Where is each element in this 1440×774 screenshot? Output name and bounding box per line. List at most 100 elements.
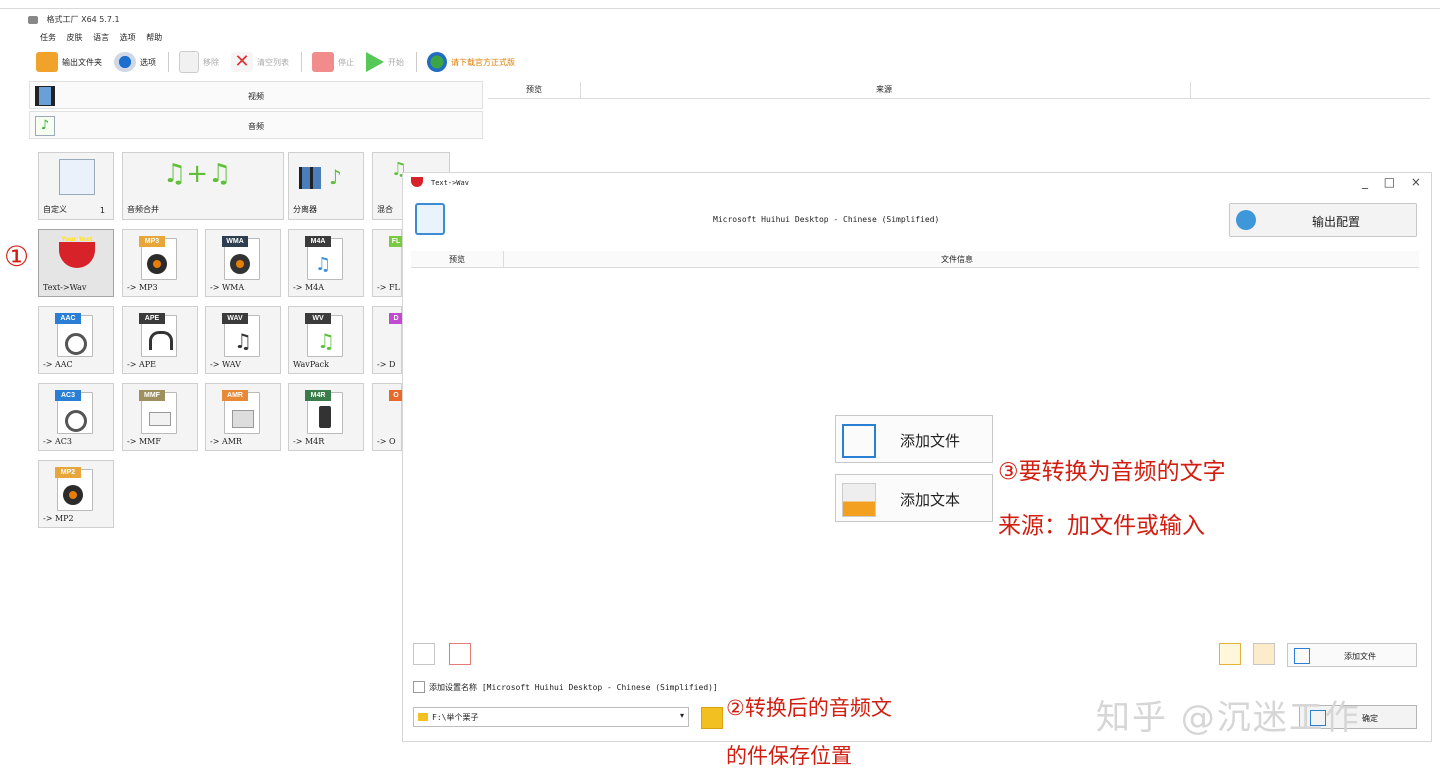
tile-flac[interactable]: FL -> FL [372, 229, 403, 297]
tile-label: 自定义 [43, 205, 67, 214]
remove-button[interactable]: 移除 [179, 51, 219, 73]
add-text-button[interactable]: 添加文本 [835, 474, 993, 522]
app-title: 格式工厂 X64 5.7.1 [46, 15, 120, 24]
output-folder-button[interactable]: 输出文件夹 [36, 52, 102, 72]
dialog-col-preview[interactable]: 预览 [449, 254, 465, 265]
tile-splitter[interactable]: ♪ 分离器 [288, 152, 364, 220]
download-official-link[interactable]: 请下载官方正式版 [427, 52, 515, 72]
tile-ogg[interactable]: O -> O [372, 383, 403, 451]
tile-label: -> D [377, 360, 396, 369]
main-col-preview[interactable]: 预览 [526, 84, 542, 95]
annotation-2-line2: 的件保存位置 [726, 744, 852, 768]
chevron-down-icon: ▾ [679, 711, 684, 720]
tile-custom[interactable]: 自定义 1 [38, 152, 114, 220]
clear-list-button[interactable]: ✕ 清空列表 [231, 52, 289, 72]
dialog-title: Text->Wav [431, 179, 469, 187]
menu-skin[interactable]: 皮肤 [67, 33, 83, 42]
add-file-icon [842, 424, 876, 458]
amr-icon [232, 410, 254, 428]
speaker-icon [65, 410, 87, 432]
remove-icon [179, 51, 199, 73]
tile-ape[interactable]: APE -> APE [122, 306, 198, 374]
dialog-col-fileinfo[interactable]: 文件信息 [941, 254, 973, 265]
toolbar-separator [301, 52, 302, 72]
music-note-icon: ♪ [329, 165, 342, 189]
format-badge: FL [389, 236, 403, 247]
add-text-label: 添加文本 [900, 491, 961, 509]
tile-mp3[interactable]: MP3 -> MP3 [122, 229, 198, 297]
toolbar-separator [416, 52, 417, 72]
window-controls[interactable]: _ □ × [1362, 175, 1427, 189]
clear-list-label: 清空列表 [257, 57, 289, 67]
tile-m4a[interactable]: M4A ♫ -> M4A [288, 229, 364, 297]
tile-mp2[interactable]: MP2 -> MP2 [38, 460, 114, 528]
browse-folder-button[interactable] [701, 707, 723, 729]
toolbar: 输出文件夹 选项 移除 ✕ 清空列表 停止 开始 请下载官方正式版 [36, 50, 527, 74]
speaker-icon [65, 333, 87, 355]
stop-button[interactable]: 停止 [312, 52, 354, 72]
annotation-3-line1: ③要转换为音频的文字 [998, 459, 1226, 485]
category-audio[interactable]: ♪ 音频 [29, 111, 483, 139]
tile-wavpack[interactable]: WV ♫ WavPack [288, 306, 364, 374]
tile-label: WavPack [293, 360, 329, 369]
tile-label: -> MMF [127, 437, 161, 446]
menu-help[interactable]: 帮助 [146, 33, 162, 42]
format-badge: AAC [55, 313, 81, 324]
tile-text-to-wav[interactable]: Your Text Text->Wav [38, 229, 114, 297]
format-badge: O [389, 390, 403, 401]
checkbox-box[interactable] [413, 681, 425, 693]
category-video[interactable]: 视频 [29, 81, 483, 109]
options-button[interactable]: 选项 [114, 52, 156, 72]
tile-amr[interactable]: AMR -> AMR [205, 383, 281, 451]
delete-icon[interactable] [449, 643, 471, 665]
start-button[interactable]: 开始 [366, 52, 404, 72]
tile-label: 混合 [377, 205, 393, 214]
main-table-header: 预览 来源 [488, 82, 1430, 99]
menu-task[interactable]: 任务 [40, 33, 56, 42]
tile-dts[interactable]: D -> D [372, 306, 403, 374]
tile-wav[interactable]: WAV ♫ -> WAV [205, 306, 281, 374]
add-file-icon [1294, 648, 1310, 664]
text-file-icon[interactable] [1253, 643, 1275, 665]
menu-bar: 任务 皮肤 语言 选项 帮助 [40, 32, 170, 43]
music-note-icon: ♫ [234, 329, 252, 353]
add-file-button[interactable]: 添加文件 [835, 415, 993, 463]
tile-m4r[interactable]: M4R -> M4R [288, 383, 364, 451]
tile-count: 1 [99, 206, 105, 215]
add-name-checkbox[interactable]: 添加设置名称 [Microsoft Huihui Desktop - Chine… [413, 681, 718, 693]
format-badge: MMF [139, 390, 165, 401]
tile-label: -> O [377, 437, 396, 446]
column-divider [503, 251, 504, 267]
tile-label: 分离器 [293, 205, 317, 214]
format-badge: M4R [305, 390, 331, 401]
tile-ac3[interactable]: AC3 -> AC3 [38, 383, 114, 451]
text-list-icon[interactable] [415, 203, 445, 235]
add-name-label: 添加设置名称 [Microsoft Huihui Desktop - Chine… [429, 682, 718, 692]
add-folder-icon[interactable] [1219, 643, 1241, 665]
tile-aac[interactable]: AAC -> AAC [38, 306, 114, 374]
add-file-small-label: 添加文件 [1344, 652, 1376, 661]
dialog-table-header: 预览 文件信息 [411, 251, 1419, 268]
output-path-select[interactable]: F:\举个栗子 ▾ [413, 707, 689, 727]
tile-label: -> MP3 [127, 283, 158, 292]
phone-icon [319, 406, 331, 428]
format-badge: D [389, 313, 403, 324]
add-file-small-button[interactable]: 添加文件 [1287, 643, 1417, 667]
tile-mmf[interactable]: MMF -> MMF [122, 383, 198, 451]
format-badge: APE [139, 313, 165, 324]
folder-icon [418, 713, 428, 721]
ok-label: 确定 [1362, 714, 1378, 723]
your-text-mouth-icon [59, 242, 95, 268]
download-label: 请下载官方正式版 [451, 57, 515, 67]
main-col-source[interactable]: 来源 [876, 84, 892, 95]
clear-icon: ✕ [231, 52, 253, 72]
column-divider [1190, 82, 1191, 98]
options-icon [114, 52, 136, 72]
tile-wma[interactable]: WMA -> WMA [205, 229, 281, 297]
tile-audio-merge[interactable]: ♫+♫ 音频合并 [122, 152, 284, 220]
menu-options[interactable]: 选项 [120, 33, 136, 42]
sort-icon[interactable] [413, 643, 435, 665]
audio-merge-icon: ♫+♫ [163, 159, 232, 189]
menu-language[interactable]: 语言 [93, 33, 109, 42]
output-config-button[interactable]: 输出配置 [1229, 203, 1417, 237]
